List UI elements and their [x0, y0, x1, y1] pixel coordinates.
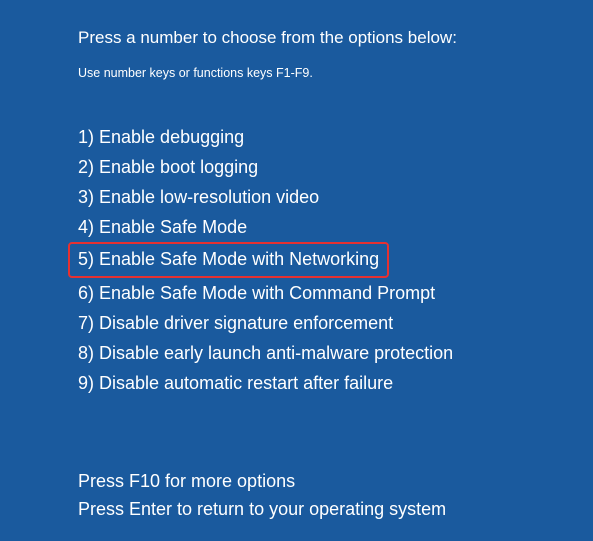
option-6-enable-safe-mode-command-prompt[interactable]: 6) Enable Safe Mode with Command Prompt [78, 278, 593, 308]
option-4-enable-safe-mode[interactable]: 4) Enable Safe Mode [78, 212, 593, 242]
footer-f10-hint: Press F10 for more options [78, 467, 446, 495]
option-9-disable-automatic-restart[interactable]: 9) Disable automatic restart after failu… [78, 368, 593, 398]
option-1-enable-debugging[interactable]: 1) Enable debugging [78, 122, 593, 152]
page-title: Press a number to choose from the option… [78, 28, 593, 48]
option-3-enable-low-resolution-video[interactable]: 3) Enable low-resolution video [78, 182, 593, 212]
boot-options-list: 1) Enable debugging 2) Enable boot loggi… [78, 122, 593, 398]
option-5-enable-safe-mode-networking[interactable]: 5) Enable Safe Mode with Networking [68, 242, 389, 278]
option-2-enable-boot-logging[interactable]: 2) Enable boot logging [78, 152, 593, 182]
option-8-disable-early-launch-anti-malware[interactable]: 8) Disable early launch anti-malware pro… [78, 338, 593, 368]
option-7-disable-driver-signature-enforcement[interactable]: 7) Disable driver signature enforcement [78, 308, 593, 338]
footer-enter-hint: Press Enter to return to your operating … [78, 495, 446, 523]
page-subtitle: Use number keys or functions keys F1-F9. [78, 66, 593, 80]
footer-instructions: Press F10 for more options Press Enter t… [78, 467, 446, 523]
